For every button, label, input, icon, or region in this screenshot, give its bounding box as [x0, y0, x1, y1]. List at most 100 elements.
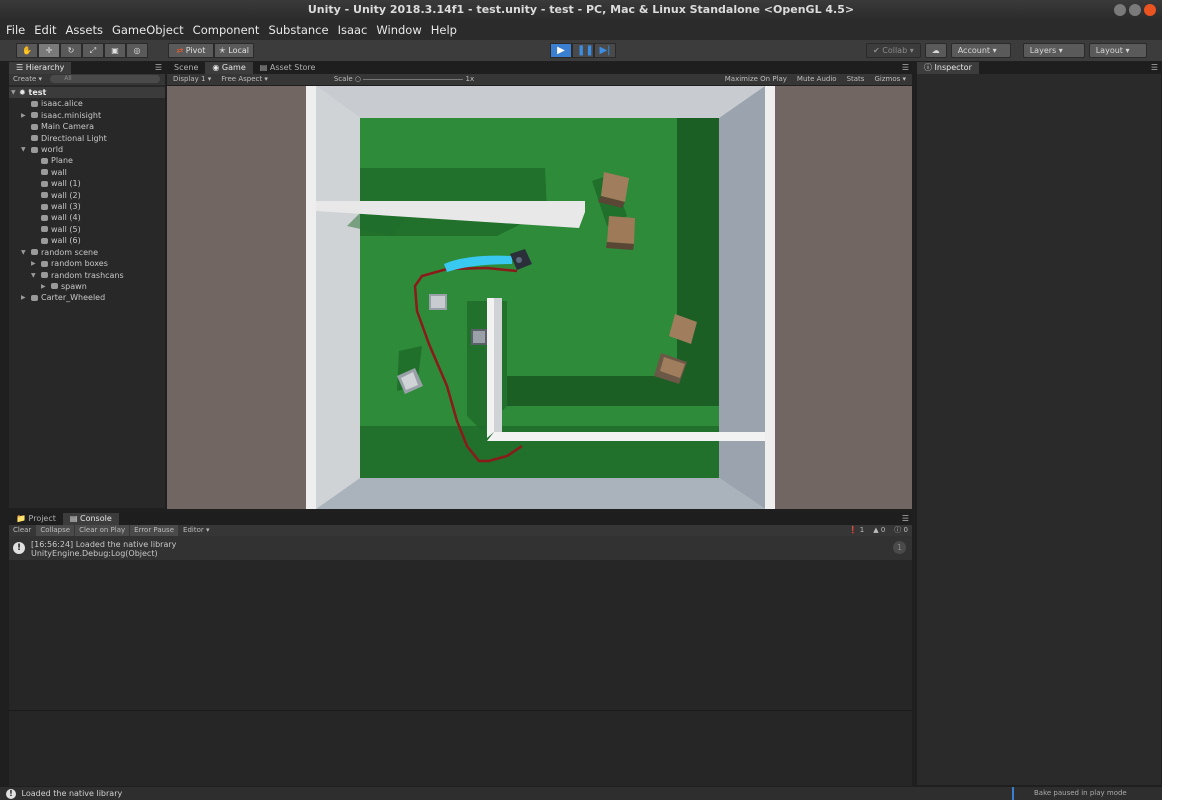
tab-scene[interactable]: Scene: [167, 62, 205, 74]
menu-component[interactable]: Component: [193, 23, 260, 37]
scale-track[interactable]: [363, 78, 464, 80]
panel-menu-icon[interactable]: ☰: [899, 62, 912, 74]
hierarchy-item-random-boxes[interactable]: ▶ random boxes: [9, 258, 165, 269]
warning-count-toggle[interactable]: ▲ 0: [869, 525, 889, 536]
clear-on-play-button[interactable]: Clear on Play: [75, 525, 130, 536]
game-viewport[interactable]: [167, 86, 912, 509]
tab-console[interactable]: ▤ Console: [62, 513, 119, 525]
collapse-button[interactable]: Collapse: [36, 525, 75, 536]
expand-arrow-icon[interactable]: ▶: [41, 281, 46, 292]
gameobject-icon: [31, 112, 38, 119]
step-button[interactable]: ▶|: [594, 43, 616, 58]
hierarchy-item-directional-light[interactable]: Directional Light: [9, 133, 165, 144]
move-tool-icon[interactable]: ✛: [38, 43, 60, 58]
console-divider[interactable]: [9, 710, 912, 711]
menu-file[interactable]: File: [6, 23, 25, 37]
tab-asset-store[interactable]: ▤ Asset Store: [253, 62, 323, 74]
menu-isaac[interactable]: Isaac: [338, 23, 368, 37]
expand-arrow-icon[interactable]: ▼: [21, 247, 26, 258]
status-message[interactable]: Loaded the native library: [22, 789, 123, 798]
hierarchy-item-spawn[interactable]: ▶ spawn: [9, 281, 165, 292]
gizmos-dropdown[interactable]: Gizmos ▾: [874, 74, 912, 85]
minimize-icon[interactable]: [1114, 4, 1126, 16]
hierarchy-item-random-trashcans[interactable]: ▼ random trashcans: [9, 270, 165, 281]
gameobject-icon: [41, 169, 48, 176]
editor-dropdown[interactable]: Editor ▾: [179, 525, 213, 536]
tab-hierarchy[interactable]: ☰ Hierarchy: [9, 62, 72, 74]
hierarchy-item-wall-6[interactable]: wall (6): [9, 235, 165, 246]
play-button[interactable]: ▶: [550, 43, 572, 58]
menu-edit[interactable]: Edit: [34, 23, 56, 37]
mute-audio-toggle[interactable]: Mute Audio: [797, 74, 837, 85]
hierarchy-item-isaac-minisight[interactable]: ▶ isaac.minisight: [9, 110, 165, 121]
gameobject-icon: [41, 192, 48, 199]
hierarchy-item-wall-1[interactable]: wall (1): [9, 178, 165, 189]
expand-arrow-icon[interactable]: ▶: [21, 110, 26, 121]
layers-dropdown[interactable]: Layers ▾: [1022, 43, 1085, 58]
log-count: 1: [859, 526, 865, 534]
pause-button[interactable]: ❚❚: [572, 43, 594, 58]
hierarchy-item-carter-wheeled[interactable]: ▶ Carter_Wheeled: [9, 292, 165, 303]
transform-tool-icon[interactable]: ◎: [126, 43, 148, 58]
menu-gameobject[interactable]: GameObject: [112, 23, 184, 37]
hierarchy-item-random-scene[interactable]: ▼ random scene: [9, 247, 165, 258]
menu-assets[interactable]: Assets: [66, 23, 103, 37]
hierarchy-item-plane[interactable]: Plane: [9, 155, 165, 166]
gameobject-icon: [41, 214, 48, 221]
hand-tool-icon[interactable]: ✋: [16, 43, 38, 58]
item-label: Carter_Wheeled: [41, 293, 106, 303]
pivot-button[interactable]: ⇄ Pivot: [168, 43, 214, 58]
panel-menu-icon[interactable]: ☰: [1148, 62, 1161, 74]
expand-arrow-icon[interactable]: ▼: [21, 144, 26, 155]
tab-inspector[interactable]: ⓘ Inspector: [917, 62, 979, 74]
hierarchy-item-wall-3[interactable]: wall (3): [9, 201, 165, 212]
cloud-icon[interactable]: ☁: [924, 43, 947, 58]
hierarchy-item-wall-2[interactable]: wall (2): [9, 190, 165, 201]
expand-arrow-icon[interactable]: ▶: [31, 258, 36, 269]
console-entry[interactable]: ! [16:56:24] Loaded the native library U…: [9, 536, 912, 560]
menu-help[interactable]: Help: [431, 23, 457, 37]
console-message: [16:56:24] Loaded the native library: [31, 540, 177, 549]
create-dropdown[interactable]: Create: [13, 75, 36, 83]
layout-dropdown[interactable]: Layout ▾: [1088, 43, 1147, 58]
maximize-on-play-toggle[interactable]: Maximize On Play: [725, 74, 787, 85]
hierarchy-search-input[interactable]: All: [50, 75, 161, 83]
scale-slider[interactable]: Scale ○ 1x: [334, 74, 474, 85]
hierarchy-item-isaac-alice[interactable]: isaac.alice: [9, 98, 165, 109]
tab-project[interactable]: 📁 Project: [9, 513, 63, 525]
hierarchy-item-wall[interactable]: wall: [9, 167, 165, 178]
scale-tool-icon[interactable]: ⤢: [82, 43, 104, 58]
expand-arrow-icon[interactable]: ▼: [31, 270, 36, 281]
error-pause-button[interactable]: Error Pause: [130, 525, 179, 536]
rotate-tool-icon[interactable]: ↻: [60, 43, 82, 58]
box: [606, 216, 635, 250]
collapse-count-icon: 1: [893, 541, 906, 554]
hierarchy-item-world[interactable]: ▼ world: [9, 144, 165, 155]
aspect-dropdown[interactable]: Free Aspect ▾: [221, 74, 268, 85]
rect-tool-icon[interactable]: ▣: [104, 43, 126, 58]
close-icon[interactable]: [1144, 4, 1156, 16]
log-count-toggle[interactable]: ❗ 1: [845, 525, 868, 536]
expand-arrow-icon[interactable]: ▶: [21, 292, 26, 303]
local-button[interactable]: ✭ Local: [214, 43, 254, 58]
stats-toggle[interactable]: Stats: [847, 74, 865, 85]
panel-menu-icon[interactable]: ☰: [152, 62, 165, 74]
collab-dropdown[interactable]: ✔ Collab ▾: [866, 43, 921, 58]
scene-row[interactable]: ▼ ✹ test: [9, 87, 165, 99]
status-info-icon: !: [6, 789, 16, 799]
menu-window[interactable]: Window: [376, 23, 421, 37]
maximize-icon[interactable]: [1129, 4, 1141, 16]
hierarchy-item-wall-5[interactable]: wall (5): [9, 224, 165, 235]
clear-button[interactable]: Clear: [9, 525, 35, 536]
account-dropdown[interactable]: Account ▾: [950, 43, 1011, 58]
error-count-toggle[interactable]: ⓘ 0: [890, 525, 912, 536]
panel-menu-icon[interactable]: ☰: [899, 513, 912, 525]
hierarchy-item-wall-4[interactable]: wall (4): [9, 212, 165, 223]
expand-arrow-icon[interactable]: ▼: [11, 87, 16, 98]
hierarchy-item-main-camera[interactable]: Main Camera: [9, 121, 165, 132]
display-dropdown[interactable]: Display 1 ▾: [173, 74, 211, 85]
menu-bar: File Edit Assets GameObject Component Su…: [0, 20, 1162, 40]
tab-game[interactable]: ◉ Game: [205, 62, 253, 74]
menu-substance[interactable]: Substance: [268, 23, 328, 37]
scene-name: test: [28, 88, 47, 97]
